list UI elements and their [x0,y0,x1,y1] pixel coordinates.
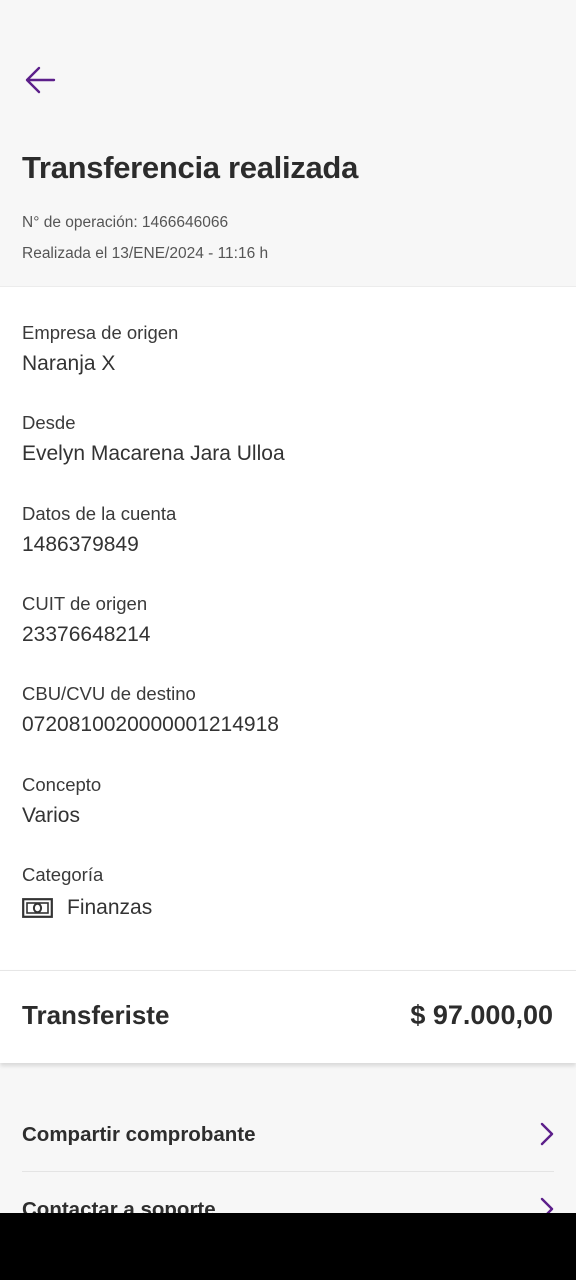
cbu-label: CBU/CVU de destino [22,683,196,704]
chevron-right-icon [540,1197,554,1213]
contact-support-button[interactable]: Contactar a soporte [22,1172,554,1213]
operation-number: N° de operación: 1466646066 [22,214,229,231]
company-label: Empresa de origen [22,322,179,343]
cuit-value: 23376648214 [22,623,151,646]
chevron-right-icon [540,1122,554,1146]
company-field: Empresa de origen Naranja X [22,321,178,377]
account-field: Datos de la cuenta 1486379849 [22,502,176,558]
total-amount: $ 97.000,00 [410,1000,553,1030]
category-field: Categoría Finanzas [22,863,152,921]
cbu-value: 0720810020000001214918 [22,713,279,736]
arrow-left-icon [25,66,56,94]
category-label: Categoría [22,864,104,885]
concept-field: Concepto Varios [22,773,101,829]
cuit-label: CUIT de origen [22,593,148,614]
transfer-receipt-screen: Transferencia realizada N° de operación:… [0,0,576,1213]
total-label: Transferiste [22,1000,170,1030]
page-title: Transferencia realizada [22,150,359,185]
contact-support-label: Contactar a soporte [22,1198,216,1213]
system-navigation-bar [0,1213,576,1280]
operation-date: Realizada el 13/ENE/2024 - 11:16 h [22,245,269,262]
transfer-details-card: Empresa de origen Naranja X Desde Evelyn… [0,286,576,970]
cbu-field: CBU/CVU de destino 072081002000000121491… [22,682,279,738]
cuit-field: CUIT de origen 23376648214 [22,592,150,648]
concept-value: Varios [22,804,80,827]
concept-label: Concepto [22,774,102,795]
account-value: 1486379849 [22,533,139,556]
company-value: Naranja X [22,352,116,375]
category-value: Finanzas [67,896,153,919]
actions-list: Compartir comprobante Contactar a soport… [22,1097,554,1213]
share-receipt-label: Compartir comprobante [22,1123,256,1146]
category-row: Finanzas [22,895,152,921]
from-value: Evelyn Macarena Jara Ulloa [22,442,285,465]
banknote-icon [22,898,53,918]
account-label: Datos de la cuenta [22,503,177,524]
from-label: Desde [22,412,76,433]
share-receipt-button[interactable]: Compartir comprobante [22,1097,554,1172]
from-field: Desde Evelyn Macarena Jara Ulloa [22,411,285,467]
back-button[interactable] [18,58,62,102]
transfer-total: Transferiste $ 97.000,00 [0,970,576,1063]
